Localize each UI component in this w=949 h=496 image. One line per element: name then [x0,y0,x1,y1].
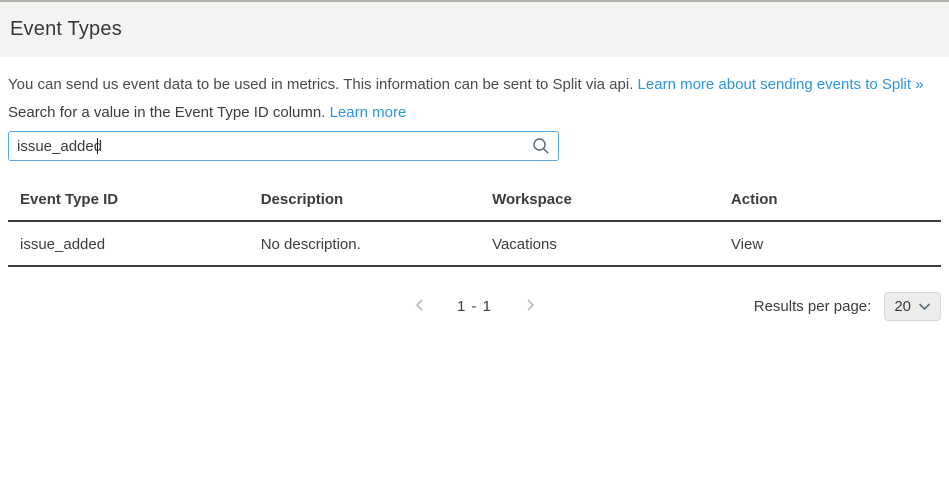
text-caret [97,138,98,154]
cell-workspace: Vacations [480,221,719,266]
search-hint-body: Search for a value in the Event Type ID … [8,104,325,121]
page-range: 1 - 1 [457,298,492,315]
chevron-down-icon [918,298,931,315]
results-per-page-label: Results per page: [754,298,872,315]
view-link[interactable]: View [731,236,763,253]
results-per-page-group: Results per page: 20 [754,292,941,321]
column-header-workspace: Workspace [480,177,719,221]
search-hint: Search for a value in the Event Type ID … [8,104,941,121]
cell-event-type-id: issue_added [8,221,249,266]
column-header-description: Description [249,177,480,221]
chevron-left-icon [413,298,425,315]
next-page-button[interactable] [522,296,538,317]
main-content: You can send us event data to be used in… [0,76,949,322]
intro-text: You can send us event data to be used in… [8,76,941,93]
previous-page-button[interactable] [411,296,427,317]
results-per-page-value: 20 [894,298,911,315]
cell-action: View [719,221,941,266]
results-per-page-select[interactable]: 20 [884,292,941,321]
table-row: issue_added No description. Vacations Vi… [8,221,941,266]
learn-more-sending-events-link[interactable]: Learn more about sending events to Split… [638,76,924,93]
chevron-right-icon [524,298,536,315]
pager-controls: 1 - 1 [411,296,538,317]
cell-description: No description. [249,221,480,266]
event-types-table: Event Type ID Description Workspace Acti… [8,177,941,267]
search-icon[interactable] [532,137,550,155]
search-input[interactable] [8,131,559,161]
page-title: Event Types [10,18,122,41]
intro-text-body: You can send us event data to be used in… [8,76,633,93]
search-box [8,131,559,161]
column-header-action: Action [719,177,941,221]
pagination-bar: 1 - 1 Results per page: 20 [8,290,941,322]
page-header: Event Types [0,2,949,57]
learn-more-link[interactable]: Learn more [330,104,407,121]
table-header-row: Event Type ID Description Workspace Acti… [8,177,941,221]
column-header-event-type-id: Event Type ID [8,177,249,221]
